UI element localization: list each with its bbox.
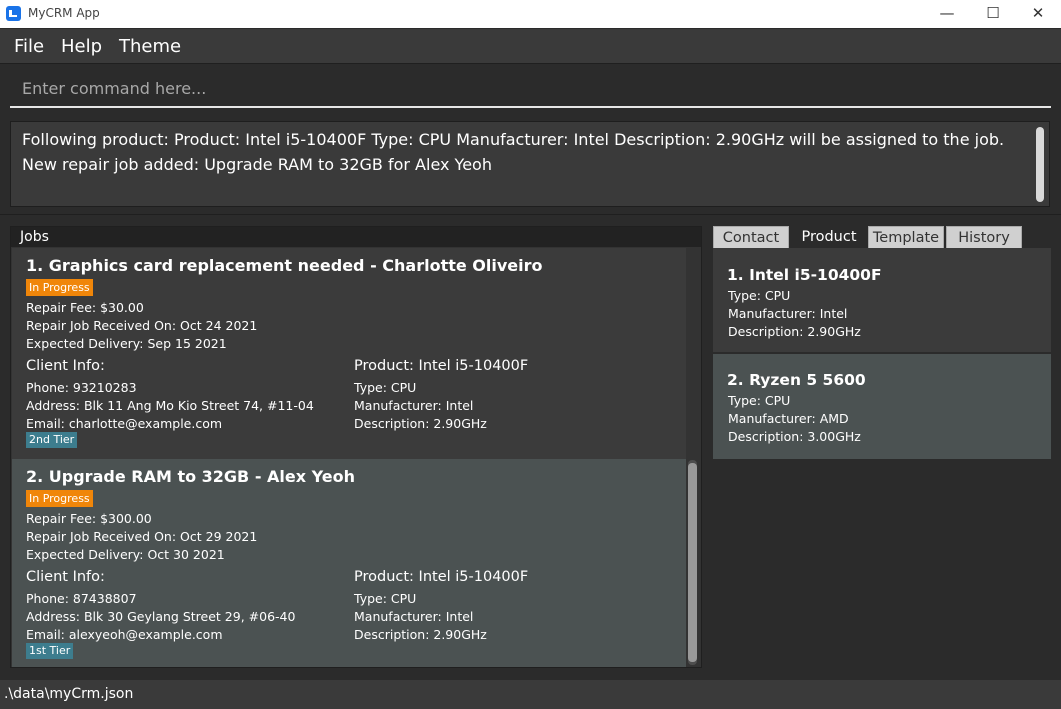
product-header: Product: Intel i5-10400F (354, 358, 529, 374)
jobs-scrollbar[interactable] (688, 460, 697, 665)
status-bar: .\data\myCrm.json (0, 680, 1061, 709)
client-info-header: Client Info: (26, 358, 105, 374)
command-input[interactable] (10, 72, 1051, 104)
received-date: Repair Job Received On: Oct 29 2021 (26, 529, 258, 544)
client-address: Address: Blk 11 Ang Mo Kio Street 74, #1… (26, 398, 314, 413)
product-list: 1. Intel i5-10400F Type: CPU Manufacture… (713, 248, 1051, 459)
job-title: 2. Upgrade RAM to 32GB - Alex Yeoh (26, 467, 355, 486)
jobs-panel: Jobs 1. Graphics card replacement needed… (10, 226, 702, 668)
data-file-path: .\data\myCrm.json (4, 686, 134, 702)
product-manufacturer: Manufacturer: AMD (728, 411, 849, 426)
product-description: Description: 2.90GHz (354, 627, 487, 642)
product-type: Type: CPU (728, 288, 791, 303)
product-manufacturer: Manufacturer: Intel (728, 306, 848, 321)
maximize-button[interactable]: ☐ (970, 0, 1016, 28)
tab-template[interactable]: Template (868, 226, 944, 248)
job-title: 1. Graphics card replacement needed - Ch… (26, 256, 543, 275)
product-header: Product: Intel i5-10400F (354, 569, 529, 585)
menu-theme[interactable]: Theme (119, 36, 181, 57)
expected-delivery: Expected Delivery: Oct 30 2021 (26, 547, 225, 562)
jobs-header: Jobs (11, 227, 701, 247)
product-description: Description: 3.00GHz (728, 429, 861, 444)
app-logo-icon (6, 6, 21, 21)
product-description: Description: 2.90GHz (354, 416, 487, 431)
expected-delivery: Expected Delivery: Sep 15 2021 (26, 336, 227, 351)
product-type: Type: CPU (354, 380, 417, 395)
client-info-header: Client Info: (26, 569, 105, 585)
product-type: Type: CPU (354, 591, 417, 606)
result-scrollbar[interactable] (1036, 127, 1044, 202)
panel-divider (0, 214, 1061, 215)
jobs-header-label: Jobs (20, 229, 49, 245)
client-email: Email: charlotte@example.com (26, 416, 223, 431)
product-list-item[interactable]: 2. Ryzen 5 5600 Type: CPU Manufacturer: … (713, 354, 1051, 459)
product-type: Type: CPU (728, 393, 791, 408)
minimize-button[interactable]: — (924, 0, 970, 28)
title-bar: MyCRM App — ☐ ✕ (0, 0, 1061, 28)
product-list-item[interactable]: 1. Intel i5-10400F Type: CPU Manufacture… (713, 248, 1051, 352)
job-card[interactable]: 1. Graphics card replacement needed - Ch… (12, 248, 686, 459)
result-display: Following product: Product: Intel i5-104… (10, 121, 1050, 207)
menu-divider (0, 63, 1061, 64)
jobs-scrollbar-thumb[interactable] (688, 463, 697, 662)
command-box (10, 72, 1051, 108)
tier-badge: 1st Tier (26, 643, 74, 659)
client-phone: Phone: 93210283 (26, 380, 137, 395)
repair-fee: Repair Fee: $30.00 (26, 300, 144, 315)
product-description: Description: 2.90GHz (728, 324, 861, 339)
result-line: New repair job added: Upgrade RAM to 32G… (22, 155, 492, 174)
status-badge: In Progress (26, 490, 93, 507)
repair-fee: Repair Fee: $300.00 (26, 511, 152, 526)
result-line: Following product: Product: Intel i5-104… (22, 130, 1005, 149)
tier-badge: 2nd Tier (26, 432, 78, 448)
window-title: MyCRM App (28, 6, 100, 20)
job-card[interactable]: 2. Upgrade RAM to 32GB - Alex Yeoh In Pr… (12, 459, 686, 667)
product-manufacturer: Manufacturer: Intel (354, 609, 474, 624)
client-email: Email: alexyeoh@example.com (26, 627, 223, 642)
menu-bar: File Help Theme (0, 29, 1061, 63)
client-phone: Phone: 87438807 (26, 591, 137, 606)
product-title: 2. Ryzen 5 5600 (727, 371, 866, 389)
menu-file[interactable]: File (14, 36, 44, 57)
tab-contact[interactable]: Contact (713, 226, 789, 248)
product-title: 1. Intel i5-10400F (727, 266, 882, 284)
tab-history[interactable]: History (946, 226, 1022, 248)
client-address: Address: Blk 30 Geylang Street 29, #06-4… (26, 609, 296, 624)
received-date: Repair Job Received On: Oct 24 2021 (26, 318, 258, 333)
tab-product[interactable]: Product (791, 226, 867, 248)
close-button[interactable]: ✕ (1015, 0, 1061, 28)
menu-help[interactable]: Help (61, 36, 102, 57)
status-badge: In Progress (26, 279, 93, 296)
product-manufacturer: Manufacturer: Intel (354, 398, 474, 413)
